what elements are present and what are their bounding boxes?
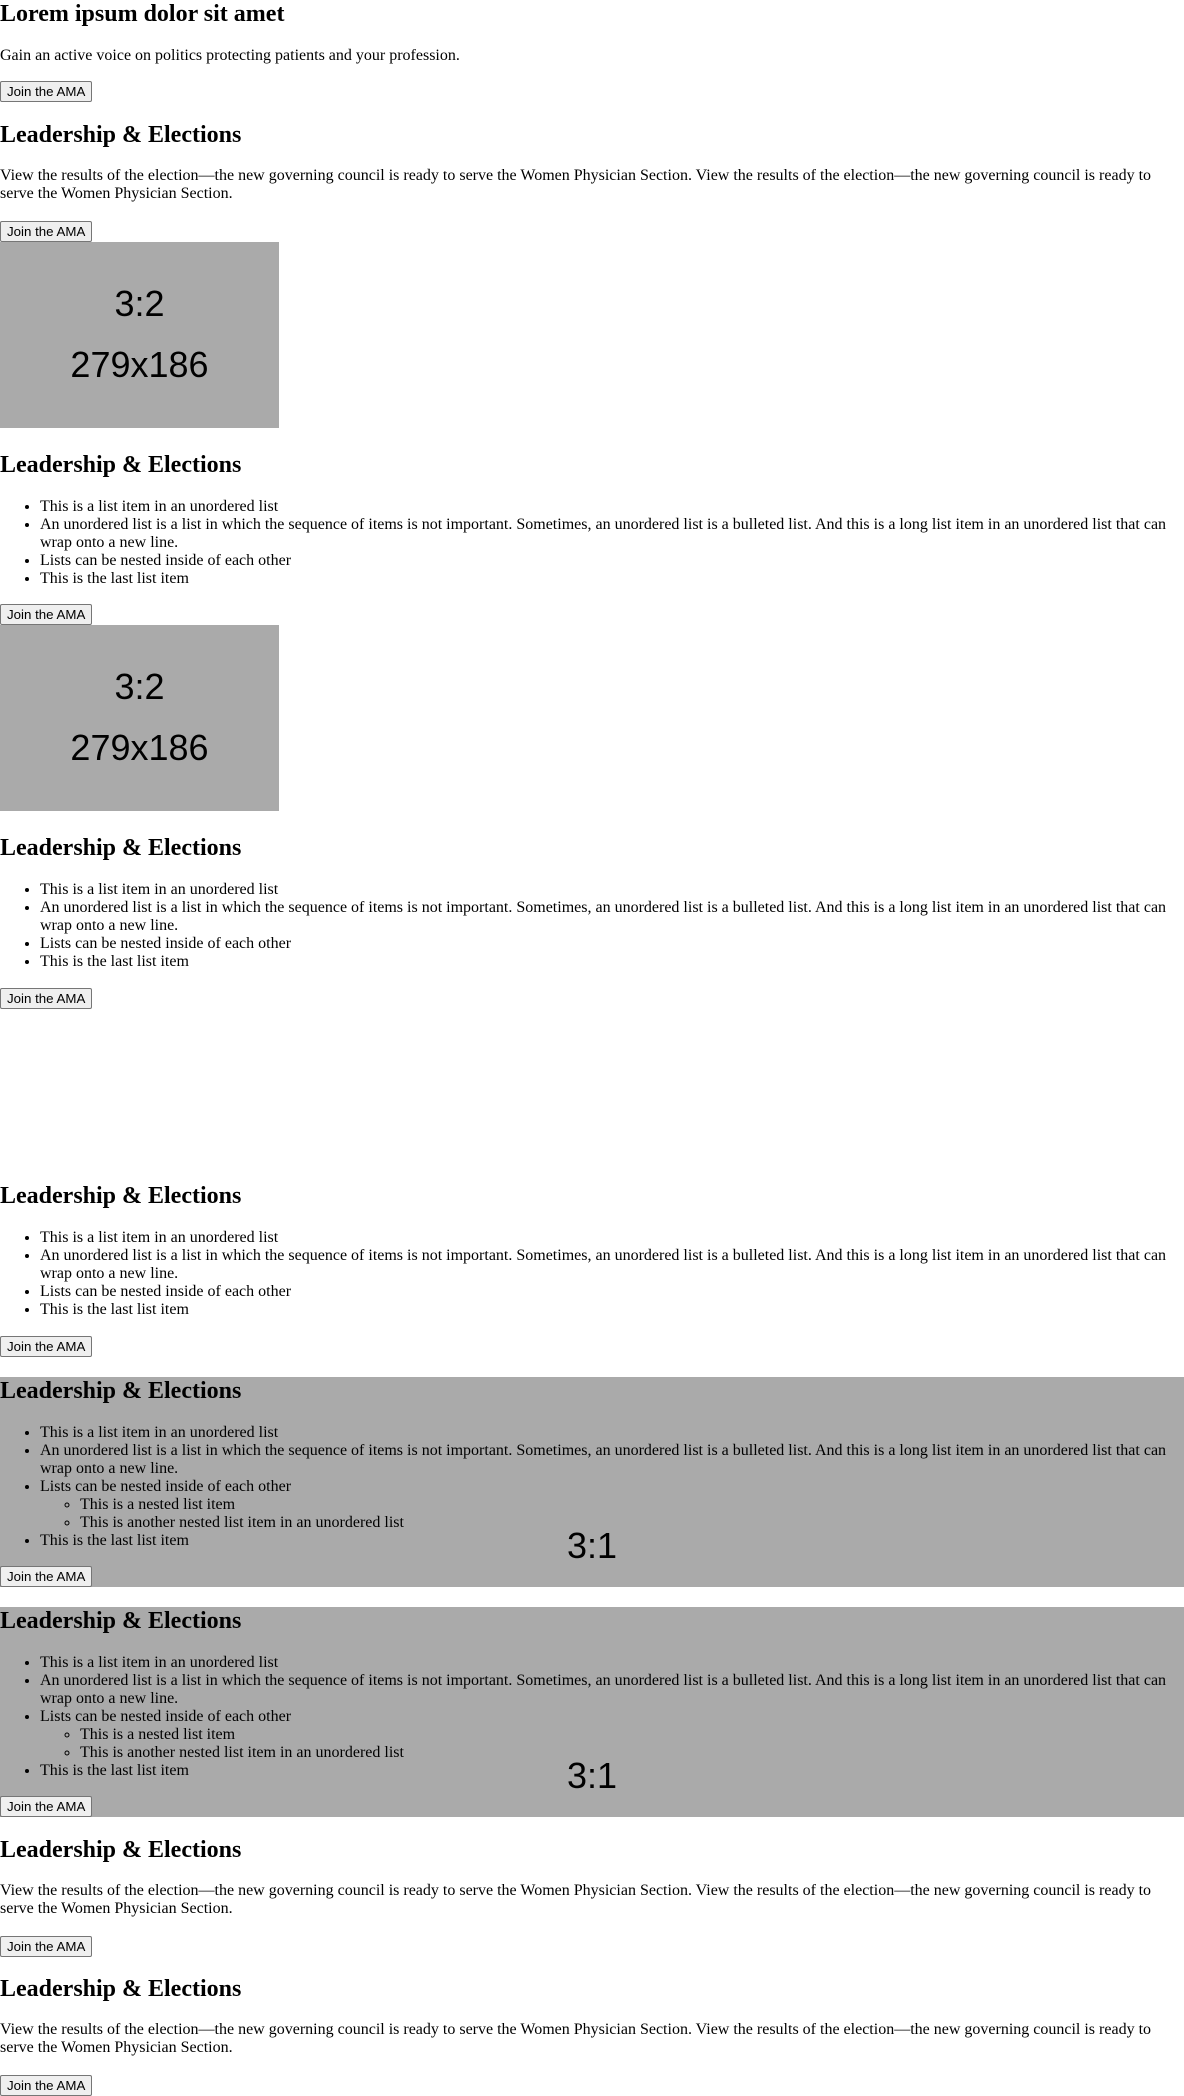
unordered-list: This is a list item in an unordered list… [0, 1229, 1184, 1319]
list-item: An unordered list is a list in which the… [40, 1672, 1184, 1708]
list-item: This is the last list item [40, 1532, 1184, 1550]
list-item-text: Lists can be nested inside of each other [40, 1708, 292, 1725]
list-item: Lists can be nested inside of each other… [40, 1478, 1184, 1532]
nested-list-item: This is another nested list item in an u… [80, 1744, 1184, 1762]
unordered-list: This is a list item in an unordered list… [0, 881, 1184, 971]
list-item: An unordered list is a list in which the… [40, 1247, 1184, 1283]
list-item: An unordered list is a list in which the… [40, 516, 1184, 552]
section-heading: Leadership & Elections [0, 835, 242, 861]
join-button[interactable]: Join the AMA [0, 1796, 93, 1817]
unordered-list: This is a list item in an unordered list… [0, 1654, 1184, 1780]
hero-title: Lorem ipsum dolor sit amet [0, 1, 285, 27]
placeholder-ratio-label: 3:2 [114, 283, 165, 324]
background-placeholder-band: 3:1 Leadership & Elections This is a lis… [0, 1377, 1184, 1587]
list-item-text: Lists can be nested inside of each other [40, 1478, 292, 1495]
hero-text: Gain an active voice on politics protect… [0, 47, 460, 64]
list-item: This is the last list item [40, 1762, 1184, 1780]
section-heading: Leadership & Elections [0, 1976, 242, 2002]
join-button[interactable]: Join the AMA [0, 221, 93, 242]
join-button[interactable]: Join the AMA [0, 2075, 93, 2096]
join-button[interactable]: Join the AMA [0, 604, 93, 625]
list-item: Lists can be nested inside of each other [40, 552, 1184, 570]
join-button[interactable]: Join the AMA [0, 1336, 93, 1357]
list-item: Lists can be nested inside of each other [40, 1283, 1184, 1301]
list-item: An unordered list is a list in which the… [40, 899, 1184, 935]
list-item: An unordered list is a list in which the… [40, 1442, 1184, 1478]
list-item: This is the last list item [40, 1301, 1184, 1319]
list-item: This is the last list item [40, 953, 1184, 971]
placeholder-dimensions-label: 279x186 [70, 727, 209, 768]
nested-list: This is a nested list item This is anoth… [40, 1726, 1184, 1762]
section-paragraph: View the results of the election—the new… [0, 167, 1152, 202]
nested-list-item: This is a nested list item [80, 1496, 1184, 1514]
join-button[interactable]: Join the AMA [0, 988, 93, 1009]
image-placeholder: 3:2 279x186 [0, 242, 279, 428]
section-heading: Leadership & Elections [0, 1183, 242, 1209]
image-placeholder: 3:2 279x186 [0, 625, 279, 811]
nested-list-item: This is a nested list item [80, 1726, 1184, 1744]
unordered-list: This is a list item in an unordered list… [0, 1424, 1184, 1550]
section-heading: Leadership & Elections [0, 1837, 242, 1863]
list-item: This is a list item in an unordered list [40, 1654, 1184, 1672]
list-item: This is a list item in an unordered list [40, 1229, 1184, 1247]
join-button[interactable]: Join the AMA [0, 1936, 93, 1957]
section-paragraph: View the results of the election—the new… [0, 1882, 1152, 1917]
list-item: This is the last list item [40, 570, 1184, 588]
placeholder-dimensions-label: 279x186 [70, 344, 209, 385]
section-heading: Leadership & Elections [0, 1378, 242, 1404]
section-heading: Leadership & Elections [0, 122, 242, 148]
list-item: This is a list item in an unordered list [40, 498, 1184, 516]
section-heading: Leadership & Elections [0, 452, 242, 478]
list-item: This is a list item in an unordered list [40, 881, 1184, 899]
unordered-list: This is a list item in an unordered list… [0, 498, 1184, 588]
list-item: Lists can be nested inside of each other [40, 935, 1184, 953]
list-item: This is a list item in an unordered list [40, 1424, 1184, 1442]
background-placeholder-band: 3:1 Leadership & Elections This is a lis… [0, 1607, 1184, 1817]
join-button[interactable]: Join the AMA [0, 81, 93, 102]
section-heading: Leadership & Elections [0, 1608, 242, 1634]
nested-list: This is a nested list item This is anoth… [40, 1496, 1184, 1532]
nested-list-item: This is another nested list item in an u… [80, 1514, 1184, 1532]
placeholder-ratio-label: 3:2 [114, 666, 165, 707]
list-item: Lists can be nested inside of each other… [40, 1708, 1184, 1762]
section-paragraph: View the results of the election—the new… [0, 2021, 1152, 2056]
join-button[interactable]: Join the AMA [0, 1566, 93, 1587]
